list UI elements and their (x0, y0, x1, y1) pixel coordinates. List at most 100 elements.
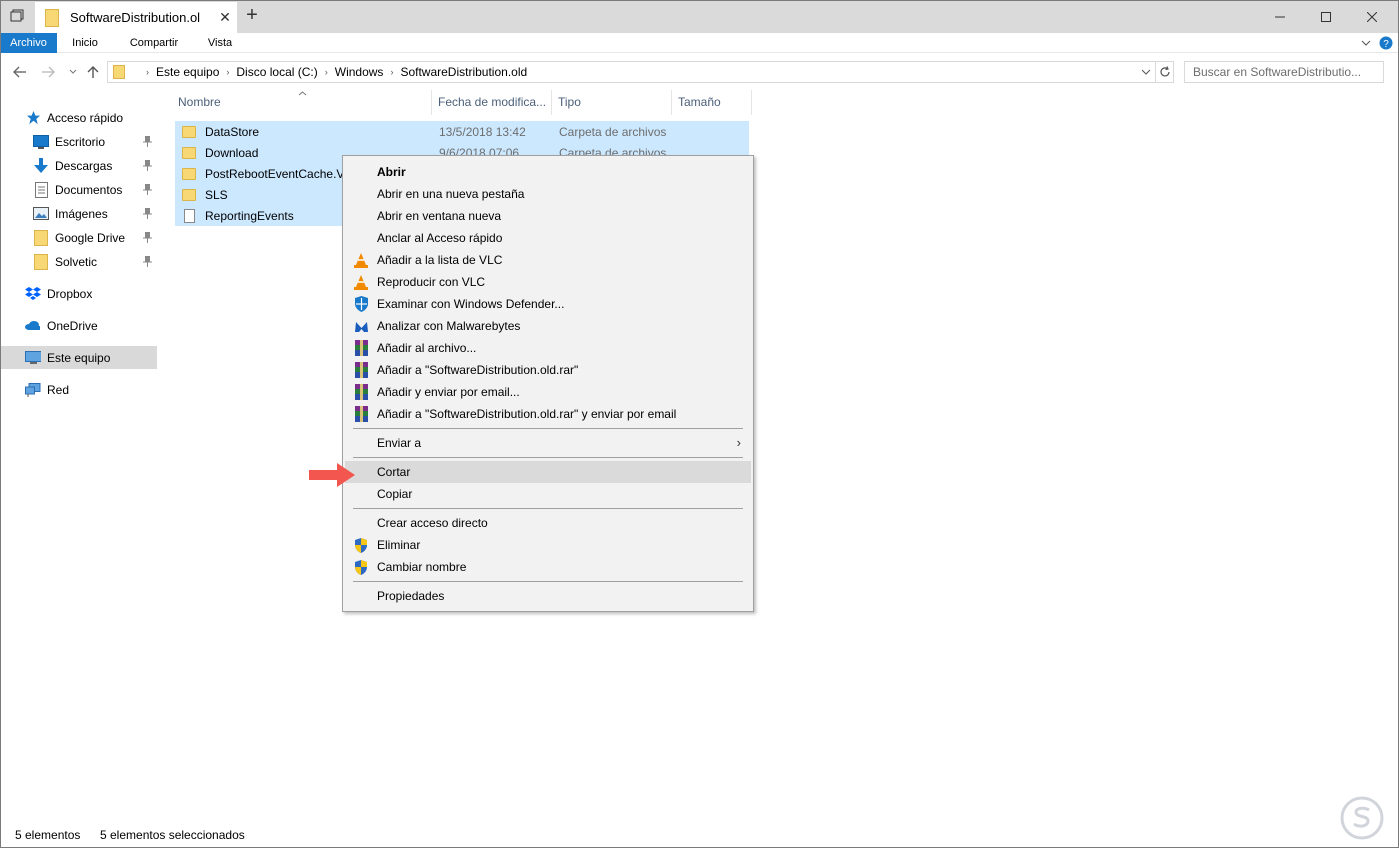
folder-icon (181, 187, 197, 203)
sidebar-item-label: Dropbox (47, 286, 93, 301)
sidebar-item-solvetic[interactable]: Solvetic (0, 250, 157, 273)
menu-separator (353, 581, 743, 582)
defender-icon (353, 296, 369, 312)
address-bar[interactable]: › Este equipo › Disco local (C:) › Windo… (107, 61, 1156, 83)
menu-item-anadir-rar-enviar-email[interactable]: Añadir a "SoftwareDistribution.old.rar" … (345, 403, 751, 425)
cloud-icon (25, 318, 41, 334)
menu-item-malwarebytes[interactable]: Analizar con Malwarebytes (345, 315, 751, 337)
menu-item-label: Analizar con Malwarebytes (377, 319, 521, 333)
column-header-fecha[interactable]: Fecha de modifica... (434, 90, 552, 115)
refresh-button[interactable] (1156, 61, 1174, 83)
sidebar-item-google-drive[interactable]: Google Drive (0, 226, 157, 249)
shield-icon (353, 537, 369, 553)
folder-icon (181, 124, 197, 140)
menu-item-reproducir-vlc[interactable]: Reproducir con VLC (345, 271, 751, 293)
expand-ribbon-icon[interactable] (1359, 36, 1373, 50)
menu-item-copiar[interactable]: Copiar (345, 483, 751, 505)
winrar-icon (353, 384, 369, 400)
help-icon[interactable]: ? (1379, 36, 1393, 50)
menu-item-abrir[interactable]: Abrir (345, 161, 751, 183)
menu-item-eliminar[interactable]: Eliminar (345, 534, 751, 556)
breadcrumb-disco-local[interactable]: Disco local (C:) (236, 65, 317, 79)
menu-item-crear-acceso-directo[interactable]: Crear acceso directo (345, 512, 751, 534)
title-bar: SoftwareDistribution.ol ✕ + (0, 0, 1399, 33)
menu-item-abrir-ventana-nueva[interactable]: Abrir en ventana nueva (345, 205, 751, 227)
sidebar-item-label: Solvetic (55, 254, 98, 269)
chevron-down-icon[interactable] (1139, 65, 1153, 79)
menu-item-anclar-acceso-rapido[interactable]: Anclar al Acceso rápido (345, 227, 751, 249)
sidebar-item-label: Este equipo (47, 350, 111, 365)
menu-separator (353, 457, 743, 458)
search-input[interactable]: Buscar en SoftwareDistributio... (1184, 61, 1384, 83)
menu-item-anadir-lista-vlc[interactable]: Añadir a la lista de VLC (345, 249, 751, 271)
vlc-icon (353, 274, 369, 290)
navigation-bar: › Este equipo › Disco local (C:) › Windo… (0, 53, 1399, 91)
folder-icon (33, 229, 49, 246)
sidebar-item-onedrive[interactable]: OneDrive (0, 314, 157, 337)
breadcrumb-este-equipo[interactable]: Este equipo (156, 65, 219, 79)
file-date: 13/5/2018 13:42 (439, 124, 526, 139)
menu-item-windows-defender[interactable]: Examinar con Windows Defender... (345, 293, 751, 315)
menu-item-label: Añadir a la lista de VLC (377, 253, 503, 267)
tab-inicio[interactable]: Inicio (57, 33, 113, 53)
new-tab-button[interactable]: + (242, 5, 262, 26)
menu-item-label: Añadir a "SoftwareDistribution.old.rar" (377, 363, 579, 377)
forward-button[interactable] (39, 63, 57, 81)
sidebar-item-escritorio[interactable]: Escritorio (0, 130, 157, 153)
menu-item-anadir-rar[interactable]: Añadir a "SoftwareDistribution.old.rar" (345, 359, 751, 381)
download-icon (33, 157, 49, 174)
chevron-right-icon: › (736, 435, 741, 450)
close-window-button[interactable] (1349, 0, 1395, 33)
breadcrumb-softwaredistribution[interactable]: SoftwareDistribution.old (400, 65, 527, 79)
menu-item-cortar[interactable]: Cortar (345, 461, 751, 483)
sidebar-item-este-equipo[interactable]: Este equipo (0, 346, 157, 369)
sidebar-item-documentos[interactable]: Documentos (0, 178, 157, 201)
back-button[interactable] (11, 63, 29, 81)
sidebar-item-acceso-rapido[interactable]: Acceso rápido (0, 106, 157, 129)
pin-icon (141, 254, 153, 268)
menu-item-cambiar-nombre[interactable]: Cambiar nombre (345, 556, 751, 578)
breadcrumb-windows[interactable]: Windows (335, 65, 384, 79)
menu-item-anadir-archivo[interactable]: Añadir al archivo... (345, 337, 751, 359)
sidebar-item-label: Google Drive (55, 230, 126, 245)
recent-locations-button[interactable] (64, 63, 82, 81)
tab-archivo[interactable]: Archivo (0, 33, 57, 53)
sidebar-item-imagenes[interactable]: Imágenes (0, 202, 157, 225)
sidebar-item-dropbox[interactable]: Dropbox (0, 282, 157, 305)
sidebar-item-descargas[interactable]: Descargas (0, 154, 157, 177)
tab-current[interactable]: SoftwareDistribution.ol ✕ (35, 2, 237, 33)
column-header-tamano[interactable]: Tamaño (674, 90, 752, 115)
computer-icon (25, 350, 41, 366)
breadcrumb-separator: › (146, 67, 149, 77)
maximize-button[interactable] (1303, 0, 1349, 33)
column-header-tipo[interactable]: Tipo (554, 90, 672, 115)
document-icon (181, 208, 197, 224)
tab-vista[interactable]: Vista (195, 33, 245, 53)
sidebar-item-label: Descargas (55, 158, 113, 173)
malwarebytes-icon (353, 318, 369, 334)
task-view-icon[interactable] (6, 6, 28, 26)
menu-item-abrir-nueva-pestana[interactable]: Abrir en una nueva pestaña (345, 183, 751, 205)
file-type: Carpeta de archivos (559, 124, 667, 139)
tab-compartir[interactable]: Compartir (113, 33, 195, 53)
documents-icon (33, 181, 49, 198)
status-selected-count: 5 elementos seleccionados (100, 828, 245, 842)
sidebar-item-red[interactable]: Red (0, 378, 157, 401)
up-button[interactable] (84, 63, 102, 81)
menu-item-propiedades[interactable]: Propiedades (345, 585, 751, 607)
pin-icon (141, 182, 153, 196)
close-tab-icon[interactable]: ✕ (217, 9, 233, 25)
menu-item-anadir-enviar-email[interactable]: Añadir y enviar por email... (345, 381, 751, 403)
winrar-icon (353, 406, 369, 422)
network-icon (25, 382, 41, 398)
menu-item-label: Añadir a "SoftwareDistribution.old.rar" … (377, 407, 677, 421)
folder-icon (33, 253, 49, 270)
menu-separator (353, 428, 743, 429)
navigation-pane: Acceso rápido Escritorio Descargas Docum… (0, 103, 160, 403)
minimize-button[interactable] (1257, 0, 1303, 33)
menu-item-enviar-a[interactable]: Enviar a › (345, 432, 751, 454)
menu-item-label: Añadir y enviar por email... (377, 385, 520, 399)
file-row[interactable]: DataStore 13/5/2018 13:42 Carpeta de arc… (175, 121, 749, 142)
folder-icon (45, 8, 59, 27)
status-item-count: 5 elementos (15, 828, 81, 842)
